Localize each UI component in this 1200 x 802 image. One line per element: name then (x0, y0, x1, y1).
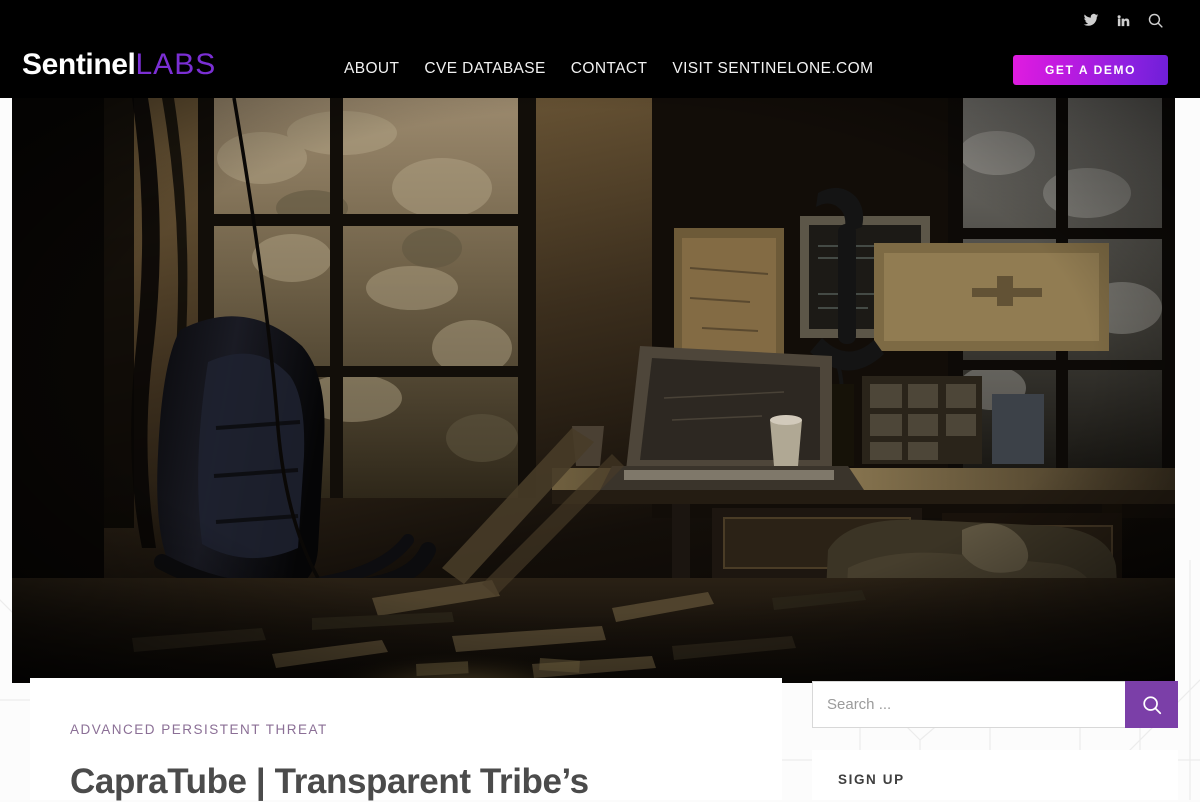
logo-sentinel: Sentinel (22, 48, 136, 81)
site-header: SentinelLABS ABOUT CVE DATABASE CONTACT … (0, 0, 1200, 98)
signup-heading: SIGN UP (838, 772, 1178, 787)
logo-labs: LABS (136, 48, 217, 81)
main-navigation: ABOUT CVE DATABASE CONTACT VISIT SENTINE… (344, 60, 873, 78)
get-a-demo-button[interactable]: GET A DEMO (1013, 55, 1168, 85)
utility-bar (1082, 0, 1164, 40)
search-icon (1141, 694, 1163, 716)
article-title[interactable]: CapraTube | Transparent Tribe’s (70, 761, 782, 802)
signup-widget: SIGN UP (812, 750, 1178, 800)
nav-item-cve-database[interactable]: CVE DATABASE (424, 60, 545, 78)
sidebar-search-widget (812, 681, 1178, 728)
nav-item-about[interactable]: ABOUT (344, 60, 399, 78)
search-input[interactable] (812, 681, 1125, 728)
nav-item-visit-sentinelone[interactable]: VISIT SENTINELONE.COM (672, 60, 873, 78)
header-main: SentinelLABS ABOUT CVE DATABASE CONTACT … (0, 40, 1200, 98)
article-category-label[interactable]: ADVANCED PERSISTENT THREAT (70, 722, 782, 737)
twitter-icon[interactable] (1082, 11, 1100, 29)
linkedin-icon[interactable] (1114, 11, 1132, 29)
search-submit-button[interactable] (1125, 681, 1178, 728)
hero-image (12, 98, 1175, 683)
site-logo[interactable]: SentinelLABS (22, 48, 216, 82)
search-icon[interactable] (1146, 11, 1164, 29)
nav-item-contact[interactable]: CONTACT (571, 60, 648, 78)
featured-article-card: ADVANCED PERSISTENT THREAT CapraTube | T… (30, 678, 782, 800)
